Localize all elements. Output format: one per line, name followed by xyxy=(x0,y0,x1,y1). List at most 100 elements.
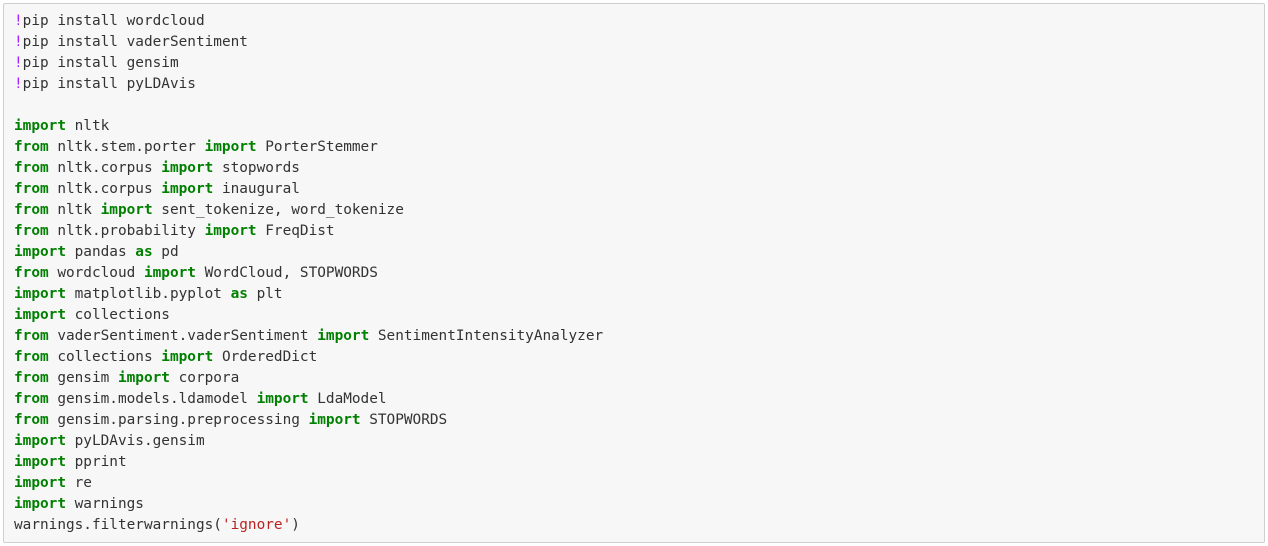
keyword-token: import xyxy=(317,328,370,344)
code-token: gensim xyxy=(48,370,118,386)
code-token: pip install wordcloud xyxy=(22,13,205,29)
code-token: plt xyxy=(247,286,283,302)
keyword-token: import xyxy=(161,160,214,176)
code-token: pip install gensim xyxy=(22,55,179,71)
code-token: stopwords xyxy=(213,160,300,176)
keyword-token: as xyxy=(230,286,248,302)
code-line: from collections import OrderedDict xyxy=(14,347,603,368)
code-line: import collections xyxy=(14,305,603,326)
keyword-token: from xyxy=(14,391,49,407)
code-line: import pandas as pd xyxy=(14,242,603,263)
code-token: corpora xyxy=(169,370,240,386)
code-token: nltk.corpus xyxy=(48,160,162,176)
code-token: STOPWORDS xyxy=(360,412,448,428)
code-token: gensim.models.ldamodel xyxy=(48,391,257,407)
code-token: vaderSentiment.vaderSentiment xyxy=(48,328,318,344)
keyword-token: from xyxy=(14,139,49,155)
keyword-token: import xyxy=(14,475,66,491)
code-token: warnings xyxy=(65,496,144,512)
code-token: WordCloud, STOPWORDS xyxy=(195,265,378,281)
keyword-token: from xyxy=(14,265,49,281)
code-token: wordcloud xyxy=(48,265,144,281)
code-token: nltk.stem.porter xyxy=(48,139,205,155)
code-token: pd xyxy=(152,244,179,260)
code-token: ) xyxy=(291,517,300,533)
string-token: 'ignore' xyxy=(221,517,292,533)
keyword-token: import xyxy=(14,307,66,323)
code-line: !pip install wordcloud xyxy=(14,11,603,32)
shell-bang-token: ! xyxy=(14,76,23,92)
code-token: pip install pyLDAvis xyxy=(22,76,196,92)
code-token: collections xyxy=(65,307,170,323)
code-line: from nltk.stem.porter import PorterStemm… xyxy=(14,137,603,158)
code-line: import matplotlib.pyplot as plt xyxy=(14,284,603,305)
code-line: from nltk.corpus import stopwords xyxy=(14,158,603,179)
code-line: !pip install vaderSentiment xyxy=(14,32,603,53)
keyword-token: import xyxy=(308,412,361,428)
code-editor[interactable]: !pip install wordcloud !pip install vader… xyxy=(14,11,603,536)
code-token: matplotlib.pyplot xyxy=(65,286,231,302)
code-line: import pprint xyxy=(14,452,603,473)
keyword-token: import xyxy=(14,433,66,449)
keyword-token: import xyxy=(204,139,257,155)
code-token: FreqDist xyxy=(256,223,335,239)
keyword-token: import xyxy=(14,496,66,512)
code-line: from nltk.corpus import inaugural xyxy=(14,179,603,200)
code-line: from nltk.probability import FreqDist xyxy=(14,221,603,242)
shell-bang-token: ! xyxy=(14,34,23,50)
keyword-token: as xyxy=(135,244,153,260)
keyword-token: import xyxy=(256,391,309,407)
keyword-token: import xyxy=(161,181,214,197)
code-line: import re xyxy=(14,473,603,494)
keyword-token: import xyxy=(14,244,66,260)
keyword-token: import xyxy=(143,265,196,281)
keyword-token: from xyxy=(14,223,49,239)
shell-bang-token: ! xyxy=(14,55,23,71)
code-token: SentimentIntensityAnalyzer xyxy=(369,328,604,344)
code-cell[interactable]: !pip install wordcloud !pip install vader… xyxy=(3,3,1265,543)
keyword-token: from xyxy=(14,412,49,428)
keyword-token: from xyxy=(14,328,49,344)
code-line: from vaderSentiment.vaderSentiment impor… xyxy=(14,326,603,347)
code-line: warnings.filterwarnings('ignore') xyxy=(14,515,603,536)
code-token: collections xyxy=(48,349,162,365)
code-token: re xyxy=(65,475,92,491)
code-line: import nltk xyxy=(14,116,603,137)
code-token: pandas xyxy=(65,244,136,260)
keyword-token: from xyxy=(14,370,49,386)
keyword-token: from xyxy=(14,160,49,176)
code-token: PorterStemmer xyxy=(256,139,378,155)
code-token: nltk.probability xyxy=(48,223,205,239)
keyword-token: import xyxy=(161,349,214,365)
keyword-token: import xyxy=(204,223,257,239)
code-line: from wordcloud import WordCloud, STOPWOR… xyxy=(14,263,603,284)
keyword-token: import xyxy=(14,118,66,134)
code-token: pyLDAvis.gensim xyxy=(65,433,205,449)
code-line: !pip install gensim xyxy=(14,53,603,74)
code-token: warnings.filterwarnings( xyxy=(14,517,222,533)
code-line: from gensim import corpora xyxy=(14,368,603,389)
code-token: OrderedDict xyxy=(213,349,318,365)
keyword-token: import xyxy=(14,286,66,302)
keyword-token: import xyxy=(14,454,66,470)
code-token: inaugural xyxy=(213,181,300,197)
code-token: gensim.parsing.preprocessing xyxy=(48,412,309,428)
shell-bang-token: ! xyxy=(14,13,23,29)
code-line: import pyLDAvis.gensim xyxy=(14,431,603,452)
code-token: pip install vaderSentiment xyxy=(22,34,248,50)
keyword-token: from xyxy=(14,181,49,197)
code-line: !pip install pyLDAvis xyxy=(14,74,603,95)
code-line: from nltk import sent_tokenize, word_tok… xyxy=(14,200,603,221)
code-line: from gensim.parsing.preprocessing import… xyxy=(14,410,603,431)
code-token: pprint xyxy=(65,454,127,470)
code-line: import warnings xyxy=(14,494,603,515)
code-line: from gensim.models.ldamodel import LdaMo… xyxy=(14,389,603,410)
code-token: nltk xyxy=(48,202,101,218)
code-token: nltk xyxy=(65,118,110,134)
code-token: LdaModel xyxy=(308,391,387,407)
keyword-token: import xyxy=(100,202,153,218)
code-token: sent_tokenize, word_tokenize xyxy=(152,202,404,218)
keyword-token: from xyxy=(14,349,49,365)
keyword-token: import xyxy=(117,370,170,386)
